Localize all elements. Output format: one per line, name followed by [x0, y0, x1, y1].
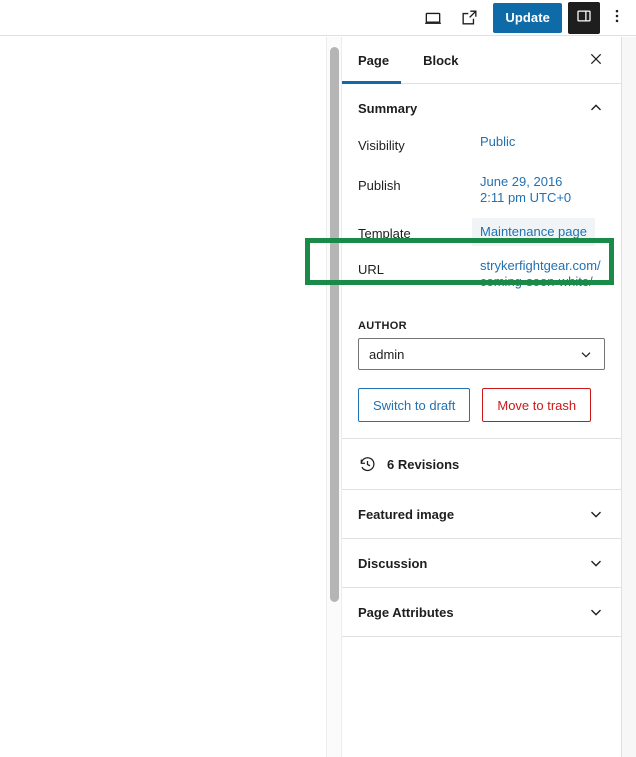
- external-link-icon: [460, 8, 479, 27]
- template-label: Template: [358, 226, 411, 241]
- page-attributes-panel-header[interactable]: Page Attributes: [342, 588, 621, 636]
- chevron-down-icon: [587, 554, 605, 572]
- page-attributes-panel: Page Attributes: [342, 588, 621, 637]
- visibility-value-button[interactable]: Public: [480, 134, 515, 150]
- summary-panel-body: Visibility Public Publish June 29, 2016 …: [342, 132, 621, 438]
- close-sidebar-button[interactable]: [581, 45, 611, 75]
- settings-sidebar-toggle-button[interactable]: [568, 1, 600, 34]
- move-to-trash-button[interactable]: Move to trash: [482, 388, 592, 422]
- tab-block[interactable]: Block: [423, 37, 470, 83]
- chevron-up-icon: [587, 99, 605, 117]
- url-value-button[interactable]: strykerfightgear.com/coming-soon-white/: [480, 258, 605, 290]
- settings-sidebar: Page Block Summary Visibility Public Pub…: [342, 37, 622, 757]
- backup-clock-icon: [358, 455, 377, 474]
- discussion-panel-header[interactable]: Discussion: [342, 539, 621, 587]
- more-options-button[interactable]: [602, 2, 632, 34]
- post-actions: Switch to draft Move to trash: [358, 388, 605, 422]
- close-icon: [588, 51, 604, 70]
- sidebar-toggle-icon: [575, 7, 593, 28]
- author-select[interactable]: admin: [358, 338, 605, 370]
- chevron-down-icon: [587, 603, 605, 621]
- summary-panel-title: Summary: [358, 100, 418, 116]
- publish-label: Publish: [358, 178, 401, 193]
- publish-date-line1: June 29, 2016: [480, 174, 563, 189]
- visibility-label: Visibility: [358, 138, 405, 153]
- author-selected-value: admin: [369, 346, 405, 362]
- revisions-label: 6 Revisions: [387, 456, 460, 472]
- kebab-menu-icon: [608, 7, 626, 28]
- publish-date-line2: 2:11 pm UTC+0: [480, 190, 572, 205]
- page-attributes-panel-title: Page Attributes: [358, 604, 454, 620]
- featured-image-panel-header[interactable]: Featured image: [342, 490, 621, 538]
- tab-page[interactable]: Page: [342, 37, 402, 84]
- discussion-panel: Discussion: [342, 539, 621, 588]
- switch-to-draft-button[interactable]: Switch to draft: [358, 388, 471, 422]
- editor-canvas[interactable]: [0, 37, 326, 757]
- url-row: URL strykerfightgear.com/coming-soon-whi…: [358, 256, 605, 310]
- sidebar-tab-bar: Page Block: [342, 37, 621, 84]
- publish-date-button[interactable]: June 29, 2016 2:11 pm UTC+0: [480, 174, 571, 206]
- editor-scrollbar-thumb[interactable]: [330, 47, 339, 602]
- editor-scrollbar-track[interactable]: [326, 37, 342, 757]
- sidebar-right-gutter: [622, 37, 636, 757]
- featured-image-panel-title: Featured image: [358, 506, 455, 522]
- template-value-button[interactable]: Maintenance page: [472, 218, 595, 246]
- visibility-row: Visibility Public: [358, 132, 605, 172]
- editor-window: Update Page Block Summary Visibility Pub…: [0, 0, 636, 757]
- desktop-preview-icon: [423, 8, 443, 28]
- summary-panel: Summary Visibility Public Publish June 2…: [342, 84, 621, 439]
- template-row: Template Maintenance page: [358, 212, 605, 256]
- publish-row: Publish June 29, 2016 2:11 pm UTC+0: [358, 172, 605, 212]
- author-label: AUTHOR: [358, 320, 407, 332]
- chevron-down-icon: [587, 505, 605, 523]
- desktop-preview-button[interactable]: [415, 2, 451, 34]
- url-label: URL: [358, 262, 385, 277]
- summary-panel-header[interactable]: Summary: [342, 84, 621, 132]
- featured-image-panel: Featured image: [342, 490, 621, 539]
- editor-header-toolbar: Update: [0, 0, 636, 36]
- discussion-panel-title: Discussion: [358, 555, 428, 571]
- view-page-button[interactable]: [451, 2, 487, 34]
- revisions-panel: 6 Revisions: [342, 439, 621, 490]
- update-button[interactable]: Update: [493, 2, 562, 33]
- revisions-button[interactable]: 6 Revisions: [342, 439, 621, 489]
- chevron-down-icon: [578, 346, 594, 362]
